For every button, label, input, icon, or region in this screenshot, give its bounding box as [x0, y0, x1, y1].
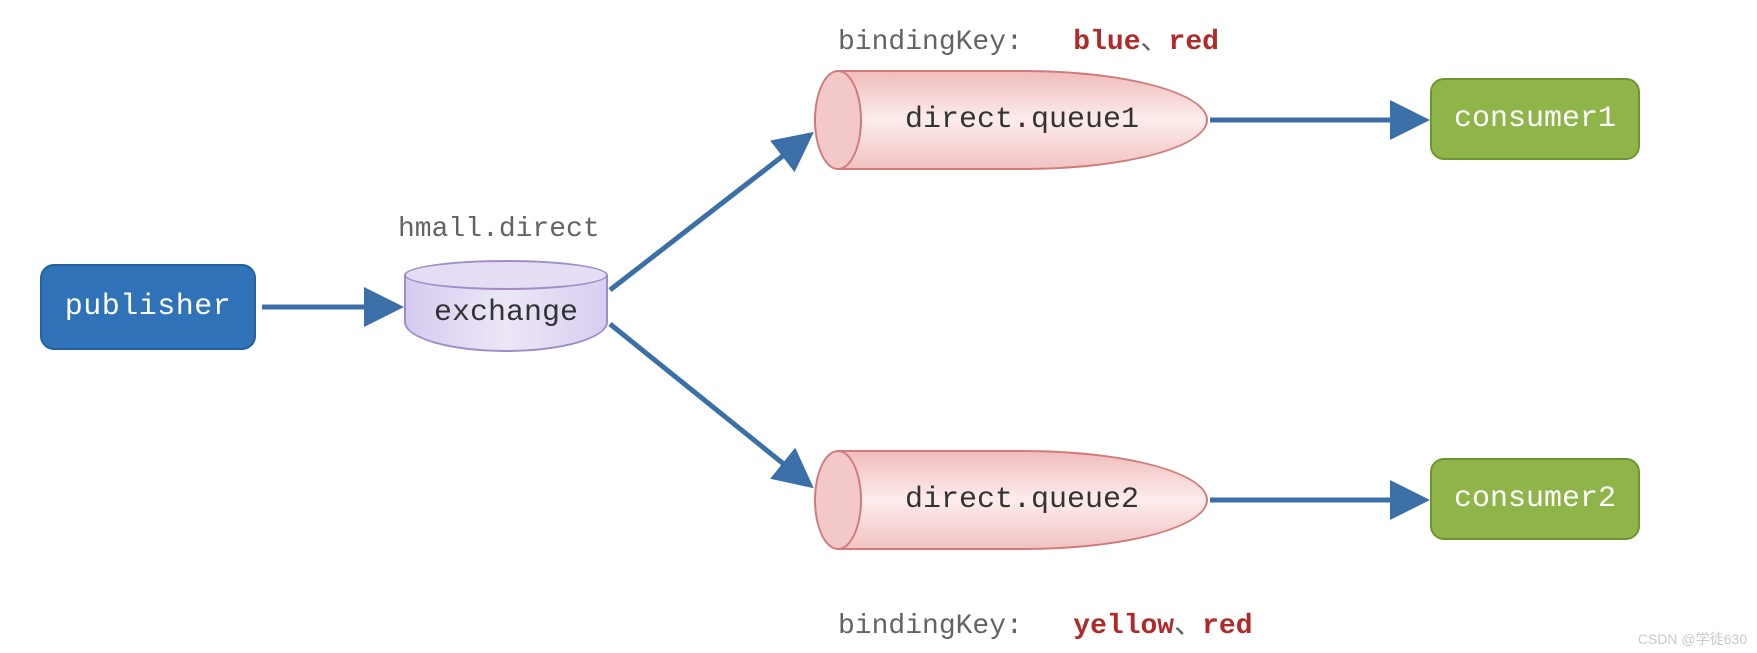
binding-key-1-sep: 、 [1141, 27, 1169, 58]
queue2-label: direct.queue2 [905, 483, 1139, 517]
binding-key-prefix-2: bindingKey: [838, 611, 1023, 642]
publisher-node: publisher [40, 264, 256, 350]
exchange-name-label: hmall.direct [398, 214, 600, 245]
publisher-label: publisher [65, 290, 232, 324]
watermark: CSDN @学徒630 [1638, 629, 1747, 649]
binding-key-2-sep: 、 [1174, 611, 1202, 642]
binding-key-2-value-1: red [1202, 611, 1252, 642]
binding-key-label-queue2: bindingKey: yellow、red [838, 602, 1253, 642]
binding-key-label-queue1: bindingKey: blue、red [838, 18, 1219, 58]
queue1-cap [814, 70, 862, 170]
consumer2-node: consumer2 [1430, 458, 1640, 540]
consumer2-label: consumer2 [1454, 482, 1616, 516]
queue2-body: direct.queue2 [838, 450, 1208, 550]
binding-key-2-value-0: yellow [1073, 611, 1174, 642]
queue1-label: direct.queue1 [905, 103, 1139, 137]
arrow-exchange-queue2 [610, 324, 806, 482]
binding-key-1-value-0: blue [1073, 27, 1140, 58]
queue1-body: direct.queue1 [838, 70, 1208, 170]
exchange-label: exchange [434, 296, 578, 330]
queue2-cap [814, 450, 862, 550]
exchange-top [404, 260, 608, 290]
binding-key-prefix-1: bindingKey: [838, 27, 1023, 58]
queue2-node: direct.queue2 [814, 450, 1208, 550]
binding-key-1-value-1: red [1169, 27, 1219, 58]
consumer1-label: consumer1 [1454, 102, 1616, 136]
queue1-node: direct.queue1 [814, 70, 1208, 170]
consumer1-node: consumer1 [1430, 78, 1640, 160]
exchange-node: exchange [404, 260, 608, 352]
arrow-exchange-queue1 [610, 138, 806, 290]
